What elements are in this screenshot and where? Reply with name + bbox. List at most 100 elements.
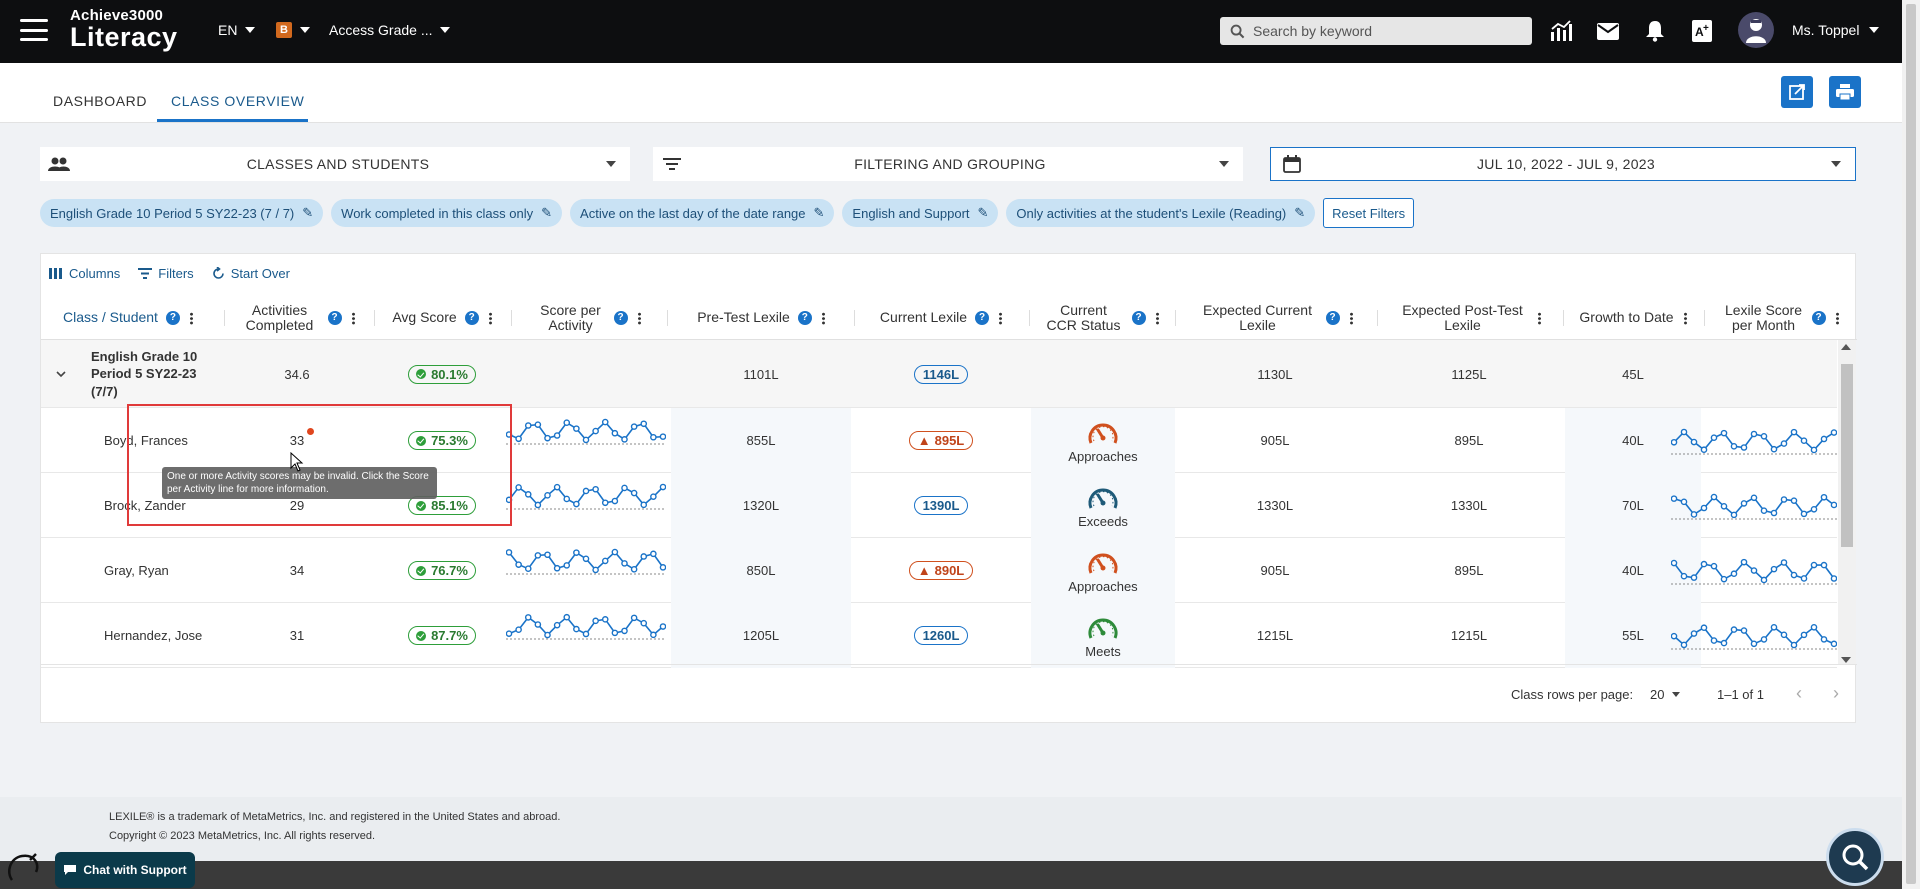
help-bubble-icon[interactable] xyxy=(4,850,44,888)
edit-icon[interactable]: ✎ xyxy=(302,205,313,221)
help-icon[interactable]: ? xyxy=(327,311,342,325)
edit-icon[interactable]: ✎ xyxy=(978,205,989,221)
column-menu-icon[interactable] xyxy=(189,311,193,325)
lexile-per-month-cell[interactable] xyxy=(1671,558,1837,588)
lexile-per-month-cell[interactable] xyxy=(1671,493,1837,523)
help-icon[interactable]: ? xyxy=(1811,311,1826,325)
lexile-sparkline[interactable] xyxy=(1671,558,1837,588)
filter-chip[interactable]: English Grade 10 Period 5 SY22-23 (7 / 7… xyxy=(40,199,324,227)
reset-filters-button[interactable]: Reset Filters xyxy=(1323,198,1415,228)
scroll-down-icon[interactable] xyxy=(1841,657,1851,663)
filters-button[interactable]: Filters xyxy=(138,266,194,281)
student-name[interactable]: Gray, Ryan xyxy=(104,538,224,603)
score-sparkline[interactable] xyxy=(506,483,666,513)
filter-chip[interactable]: Only activities at the student's Lexile … xyxy=(1006,199,1316,227)
lexile-per-month-cell[interactable] xyxy=(1671,623,1837,653)
user-menu[interactable]: Ms. Toppel xyxy=(1792,22,1880,38)
column-header-current-lexile[interactable]: Current Lexile? xyxy=(856,296,1026,340)
help-icon[interactable]: ? xyxy=(1325,311,1340,325)
date-range-selector[interactable]: JUL 10, 2022 - JUL 9, 2023 xyxy=(1270,147,1856,181)
filter-chip[interactable]: English and Support ✎ xyxy=(842,199,999,227)
rows-per-page-select[interactable]: 20 xyxy=(1650,687,1681,702)
column-header-expected-current[interactable]: Expected Current Lexile? xyxy=(1177,296,1373,340)
edit-icon[interactable]: ✎ xyxy=(541,205,552,221)
previous-page-icon[interactable]: ‹ xyxy=(1796,683,1802,704)
help-icon[interactable]: ? xyxy=(1131,311,1146,325)
filter-chip[interactable]: Work completed in this class only ✎ xyxy=(331,199,563,227)
edit-icon[interactable]: ✎ xyxy=(814,205,825,221)
help-icon[interactable]: ? xyxy=(797,311,812,325)
help-icon[interactable]: ? xyxy=(464,311,479,325)
level-selector[interactable]: B xyxy=(276,22,310,38)
search-input[interactable]: Search by keyword xyxy=(1220,17,1532,45)
score-per-activity-cell[interactable] xyxy=(506,548,666,578)
lexile-per-month-cell[interactable] xyxy=(1671,428,1837,458)
class-group-row[interactable]: English Grade 10 Period 5 SY22-23 (7/7) … xyxy=(41,340,1837,408)
column-menu-icon[interactable] xyxy=(1349,311,1353,325)
mail-icon[interactable] xyxy=(1595,18,1621,44)
column-menu-icon[interactable] xyxy=(999,311,1003,325)
next-page-icon[interactable]: › xyxy=(1833,683,1839,704)
page-scrollbar[interactable] xyxy=(1902,0,1920,889)
avatar[interactable] xyxy=(1738,12,1774,48)
column-header-pretest-lexile[interactable]: Pre-Test Lexile? xyxy=(671,296,851,340)
column-header-expected-post[interactable]: Expected Post-Test Lexile xyxy=(1379,296,1559,340)
score-per-activity-cell[interactable] xyxy=(506,418,666,448)
column-header-ccr-status[interactable]: Current CCR Status? xyxy=(1031,296,1171,340)
chat-with-support-button[interactable]: Chat with Support xyxy=(55,852,195,888)
collapse-chevron-icon[interactable] xyxy=(53,366,69,382)
column-menu-icon[interactable] xyxy=(1537,311,1541,325)
help-icon[interactable]: ? xyxy=(975,311,990,325)
column-header-lexile-per-month[interactable]: Lexile Score per Month? xyxy=(1706,296,1856,340)
start-over-button[interactable]: Start Over xyxy=(212,266,290,281)
column-menu-icon[interactable] xyxy=(1835,311,1839,325)
column-menu-icon[interactable] xyxy=(1683,311,1687,325)
lexile-sparkline[interactable] xyxy=(1671,428,1837,458)
sparkline-point xyxy=(1720,575,1728,583)
column-header-activities[interactable]: Activities Completed? xyxy=(227,296,367,340)
notifications-bell-icon[interactable] xyxy=(1642,18,1668,44)
student-ccr-status: Approaches xyxy=(1031,544,1175,599)
column-header-growth[interactable]: Growth to Date xyxy=(1565,296,1701,340)
program-selector[interactable]: Access Grade ... xyxy=(329,22,451,38)
tab-class-overview[interactable]: CLASS OVERVIEW xyxy=(171,93,304,109)
grades-icon[interactable]: A + xyxy=(1689,18,1715,44)
scroll-up-icon[interactable] xyxy=(1841,344,1851,350)
classes-and-students-selector[interactable]: CLASSES AND STUDENTS xyxy=(40,147,630,181)
language-selector[interactable]: EN xyxy=(218,22,256,38)
columns-button[interactable]: Columns xyxy=(49,266,120,281)
column-header-avg-score[interactable]: Avg Score? xyxy=(377,296,507,340)
print-button[interactable] xyxy=(1829,76,1861,108)
edit-icon[interactable]: ✎ xyxy=(1294,205,1305,221)
menu-icon[interactable] xyxy=(20,19,48,41)
chevron-down-icon xyxy=(440,27,451,33)
lexile-sparkline[interactable] xyxy=(1671,623,1837,653)
app-logo[interactable]: Achieve3000 Literacy xyxy=(70,8,178,51)
column-header-class-student[interactable]: Class / Student? xyxy=(51,296,221,340)
export-button[interactable] xyxy=(1781,76,1813,108)
filter-chip[interactable]: Active on the last day of the date range… xyxy=(570,199,835,227)
score-per-activity-cell[interactable] xyxy=(506,483,666,513)
column-menu-icon[interactable] xyxy=(351,311,355,325)
reports-icon[interactable] xyxy=(1548,18,1574,44)
column-menu-icon[interactable] xyxy=(1155,311,1159,325)
resource-center-button[interactable] xyxy=(1826,828,1884,886)
sparkline-point xyxy=(1820,493,1828,501)
score-sparkline[interactable] xyxy=(506,418,666,448)
column-menu-icon[interactable] xyxy=(821,311,825,325)
filtering-and-grouping-selector[interactable]: FILTERING AND GROUPING xyxy=(653,147,1243,181)
column-menu-icon[interactable] xyxy=(637,311,641,325)
student-row[interactable]: Hernandez, Jose 31 87.7% 1205L 1260L Meets 121… xyxy=(41,603,1837,668)
table-scrollbar-thumb[interactable] xyxy=(1841,364,1853,547)
column-menu-icon[interactable] xyxy=(488,311,492,325)
tab-dashboard[interactable]: DASHBOARD xyxy=(53,93,147,109)
score-sparkline[interactable] xyxy=(506,613,666,643)
help-icon[interactable]: ? xyxy=(165,311,180,325)
student-name[interactable]: Hernandez, Jose xyxy=(104,603,224,668)
help-icon[interactable]: ? xyxy=(613,311,628,325)
column-header-score-per-activity[interactable]: Score per Activity? xyxy=(513,296,663,340)
score-sparkline[interactable] xyxy=(506,548,666,578)
score-per-activity-cell[interactable] xyxy=(506,613,666,643)
lexile-sparkline[interactable] xyxy=(1671,493,1837,523)
student-row[interactable]: Gray, Ryan 34 76.7% 850L ▲ 890L Approaches 905L… xyxy=(41,538,1837,603)
